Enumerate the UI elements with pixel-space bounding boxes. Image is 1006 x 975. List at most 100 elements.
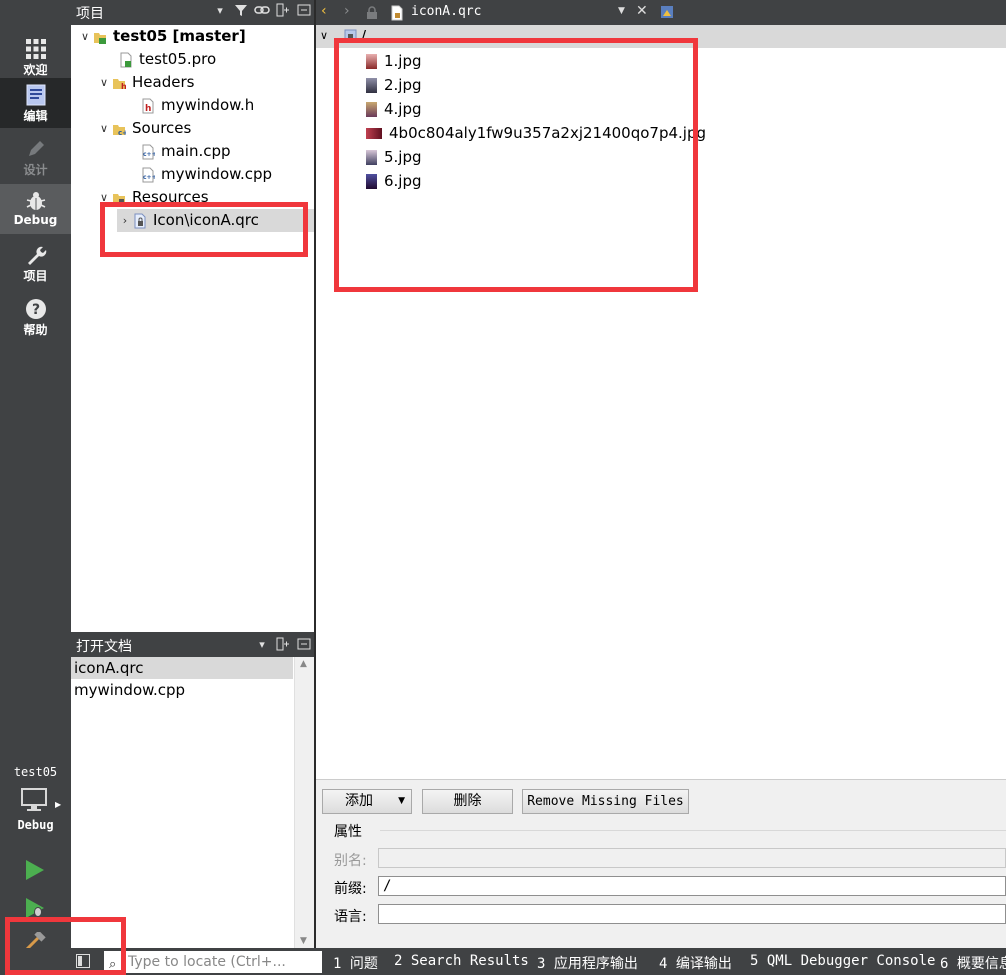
annotation-box-qrc (100, 202, 308, 257)
split-icon[interactable] (275, 637, 291, 653)
svg-text:c+: c+ (118, 129, 126, 137)
bug-icon (26, 192, 45, 210)
open-documents-header: 打开文档 ▾ (71, 634, 314, 657)
group-divider (380, 830, 1006, 831)
mode-selector-bar: 欢迎 编辑 设计 Debug 项目 ? 帮助 test05 ▶ Debug (0, 0, 71, 952)
output-tab-general-messages[interactable]: 6 概要信息 (940, 953, 1006, 973)
kit-project-name: test05 (13, 765, 58, 779)
split-icon[interactable] (275, 3, 291, 19)
kit-arrow-icon: ▶ (55, 800, 62, 809)
nav-back-icon[interactable]: ‹ (321, 3, 327, 19)
close-pane-icon[interactable] (296, 637, 312, 653)
cpp-file-icon: c++ (141, 144, 157, 160)
scroll-down-icon[interactable]: ▼ (300, 936, 307, 946)
add-dropdown-icon[interactable]: ▼ (398, 790, 405, 813)
svg-text:c++: c++ (143, 151, 155, 158)
header-file-icon: h (141, 98, 155, 114)
view-dropdown-icon[interactable]: ▾ (254, 637, 270, 653)
projects-pane-title: 项目 (76, 6, 104, 22)
alias-label: 别名: (334, 853, 367, 869)
mode-design-label: 设计 (23, 163, 48, 177)
status-bar: ⌕ Type to locate (Ctrl+... 1 问题 2 Search… (0, 948, 1006, 975)
output-tab-qml-console[interactable]: 5 QML Debugger Console (750, 953, 935, 969)
vertical-scrollbar[interactable]: ▲ ▼ (294, 657, 314, 948)
scroll-up-icon[interactable]: ▲ (300, 659, 307, 669)
locator-placeholder: Type to locate (Ctrl+... (128, 954, 286, 970)
monitor-icon[interactable] (20, 787, 48, 813)
open-document-item[interactable]: iconA.qrc (71, 657, 293, 679)
tree-headers-label: Headers (132, 73, 195, 91)
tree-pro-file[interactable]: test05.pro (119, 48, 216, 71)
close-pane-icon[interactable] (296, 3, 312, 19)
prefix-label: 前缀: (334, 881, 367, 897)
tree-source-label: mywindow.cpp (161, 165, 273, 183)
remove-button[interactable]: 删除 (422, 789, 513, 814)
remove-missing-files-button[interactable]: Remove Missing Files (522, 789, 689, 814)
collapse-arrow-icon[interactable]: ∨ (77, 25, 93, 48)
tree-project-root[interactable]: ∨ test05 [master] (77, 25, 246, 48)
svg-text:c++: c++ (143, 174, 155, 181)
headers-folder-icon: h (112, 75, 127, 91)
mode-design[interactable]: 设计 (0, 132, 71, 182)
wrench-icon (27, 246, 46, 265)
tree-pro-label: test05.pro (139, 50, 217, 68)
run-icon[interactable] (24, 858, 46, 882)
collapse-arrow-icon[interactable]: ∨ (96, 71, 112, 94)
editor-toolbar: ‹ › iconA.qrc ▼ ✕ (316, 0, 1006, 25)
collapse-arrow-icon[interactable]: ∨ (96, 117, 112, 140)
mode-welcome[interactable]: 欢迎 (0, 32, 71, 82)
cpp-file-icon: c++ (141, 167, 157, 183)
qrc-file-icon (391, 5, 403, 21)
lock-icon[interactable] (366, 6, 378, 19)
tree-sources-folder[interactable]: ∨ c+ Sources (96, 117, 191, 140)
output-tab-compile-output[interactable]: 4 编译输出 (659, 953, 732, 973)
output-tab-issues[interactable]: 1 问题 (333, 953, 378, 973)
tree-source-label: main.cpp (161, 142, 231, 160)
mode-help-label: 帮助 (23, 323, 48, 337)
split-editor-icon[interactable] (660, 5, 674, 19)
open-documents-list: iconA.qrc mywindow.cpp ▲ ▼ (71, 657, 314, 948)
pencil-icon (28, 141, 44, 156)
annotation-box-build (5, 917, 126, 975)
mode-debug[interactable]: Debug (0, 184, 71, 234)
tree-header-file[interactable]: h mywindow.h (141, 94, 254, 117)
mode-debug-label: Debug (13, 213, 58, 227)
tree-header-file-label: mywindow.h (161, 96, 255, 114)
link-editor-icon[interactable] (254, 3, 270, 19)
svg-text:h: h (145, 104, 151, 114)
svg-text:h: h (121, 82, 126, 91)
open-documents-title: 打开文档 (76, 639, 132, 655)
projects-pane-header: 项目 ▾ (71, 0, 314, 25)
mode-projects-label: 项目 (23, 269, 48, 283)
sources-folder-icon: c+ (112, 121, 128, 137)
edit-doc-icon (26, 84, 45, 106)
alias-field[interactable] (378, 848, 1006, 868)
annotation-box-files (334, 38, 698, 292)
tree-headers-folder[interactable]: ∨ h Headers (96, 71, 194, 94)
close-file-icon[interactable]: ✕ (636, 3, 648, 19)
tree-source-file[interactable]: c++ mywindow.cpp (141, 163, 272, 186)
filter-icon[interactable] (233, 3, 249, 19)
add-button-label: 添加 (345, 793, 373, 809)
tree-root-label: test05 [master] (113, 27, 246, 45)
view-dropdown-icon[interactable]: ▾ (212, 3, 228, 19)
collapse-arrow-icon[interactable]: ∨ (320, 29, 328, 42)
grid-icon (25, 39, 46, 59)
file-dropdown-icon[interactable]: ▼ (618, 6, 625, 16)
mode-help[interactable]: ? 帮助 (0, 292, 71, 342)
locator-input[interactable]: ⌕ Type to locate (Ctrl+... (104, 951, 322, 973)
project-tree: ∨ test05 [master] test05.pro ∨ h Headers… (71, 25, 314, 632)
help-icon: ? (25, 299, 46, 319)
add-button[interactable]: 添加 ▼ (322, 789, 412, 814)
mode-edit[interactable]: 编辑 (0, 78, 71, 128)
output-tab-search-results[interactable]: 2 Search Results (394, 953, 529, 969)
open-document-item[interactable]: mywindow.cpp (71, 679, 293, 701)
editor-file-name: iconA.qrc (411, 4, 482, 19)
output-tab-application-output[interactable]: 3 应用程序输出 (537, 953, 638, 973)
properties-group-title: 属性 (334, 824, 362, 840)
nav-forward-icon[interactable]: › (344, 3, 350, 19)
tree-source-file[interactable]: c++ main.cpp (141, 140, 231, 163)
language-field[interactable] (378, 904, 1006, 924)
mode-projects[interactable]: 项目 (0, 238, 71, 288)
prefix-field[interactable]: / (378, 876, 1006, 896)
